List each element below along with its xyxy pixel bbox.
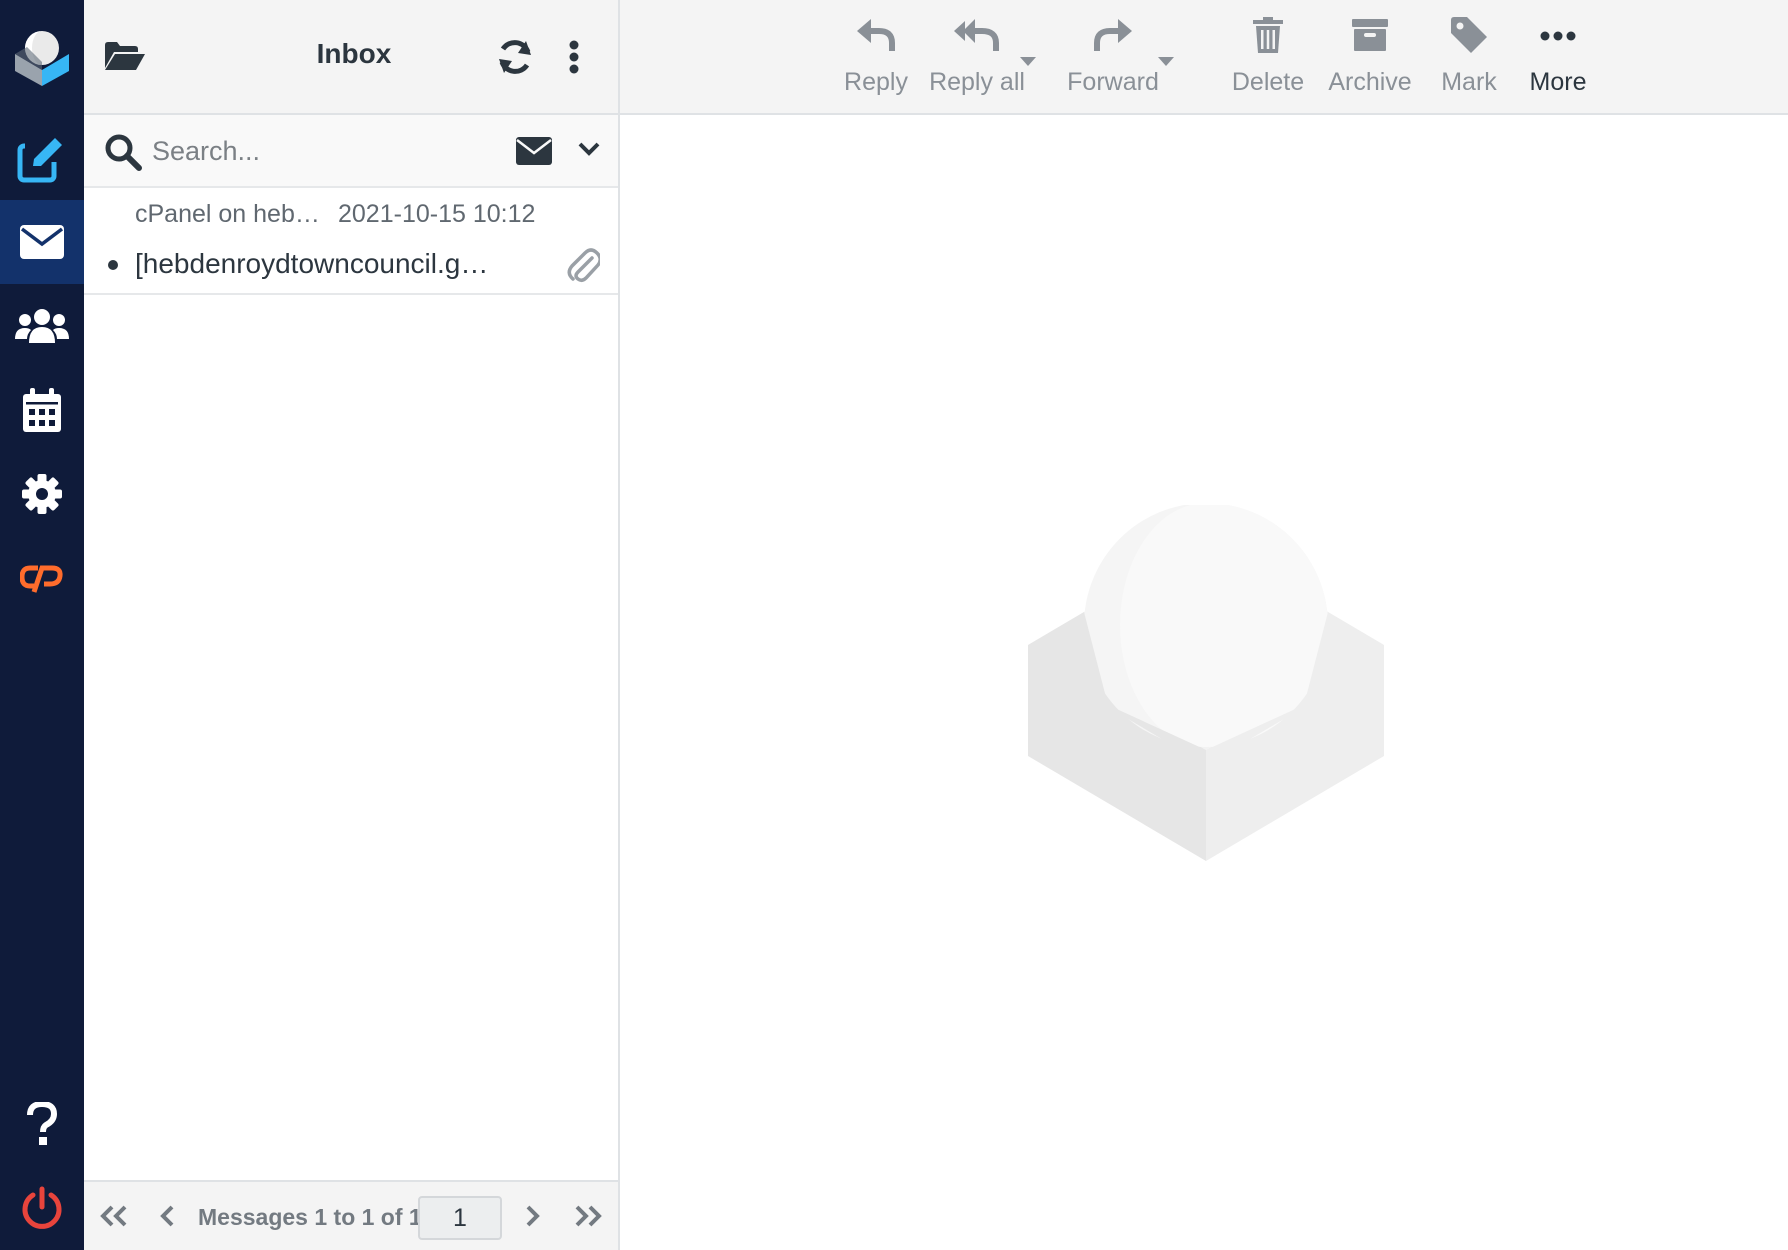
- message-status-dot[interactable]: [108, 260, 118, 270]
- nav-cpanel[interactable]: [0, 536, 84, 620]
- last-page-button[interactable]: [568, 1196, 608, 1240]
- pagination-count: Messages 1 to 1 of 1: [198, 1204, 422, 1230]
- search-options-chevron-down-icon[interactable]: [578, 141, 600, 162]
- more-button[interactable]: More: [1510, 14, 1606, 104]
- message-preview-pane: [620, 115, 1788, 1250]
- previous-page-button[interactable]: [148, 1196, 188, 1240]
- calendar-icon: [23, 388, 61, 432]
- delete-button[interactable]: Delete: [1216, 14, 1320, 104]
- next-page-button[interactable]: [512, 1196, 552, 1240]
- cpanel-icon: [20, 562, 64, 594]
- forward-label: Forward: [1067, 68, 1159, 96]
- trash-icon: [1253, 16, 1283, 58]
- reply-label: Reply: [844, 68, 908, 96]
- compose-icon: [17, 136, 67, 184]
- message-sender: cPanel on heb…: [135, 200, 320, 228]
- more-dots-icon: [1540, 28, 1576, 46]
- folder-title: Inbox: [316, 38, 392, 69]
- list-options-button[interactable]: [554, 34, 594, 84]
- nav-compose[interactable]: [0, 118, 84, 202]
- refresh-button[interactable]: [490, 34, 540, 84]
- message-date: 2021-10-15 10:12: [338, 200, 536, 228]
- nav-mail[interactable]: [0, 200, 84, 284]
- double-chevron-left-icon: [99, 1205, 129, 1232]
- webmail-app: Inbox Search... cPanel on heb… 2021-10-1…: [0, 0, 1788, 1250]
- search-scope-mail-icon[interactable]: [516, 137, 552, 170]
- help-icon: [27, 1102, 57, 1146]
- chevron-left-icon: [160, 1205, 176, 1232]
- logout-icon: [20, 1186, 64, 1230]
- delete-label: Delete: [1231, 68, 1305, 96]
- roundcube-logo[interactable]: [0, 0, 84, 114]
- mail-icon: [20, 225, 64, 259]
- archive-label: Archive: [1328, 68, 1412, 96]
- reply-icon: [857, 18, 895, 57]
- forward-icon: [1094, 18, 1132, 57]
- contacts-icon: [15, 307, 69, 345]
- reply-all-icon: [954, 18, 1000, 57]
- pagination-bar: Messages 1 to 1 of 1: [84, 1180, 618, 1250]
- nav-settings[interactable]: [0, 452, 84, 536]
- first-page-button[interactable]: [94, 1196, 134, 1240]
- message-subject: [hebdenroydtowncouncil.g…: [135, 248, 489, 279]
- nav-calendar[interactable]: [0, 368, 84, 452]
- list-header: Inbox: [84, 0, 618, 115]
- reply-button[interactable]: Reply: [826, 14, 926, 104]
- page-number-input[interactable]: [418, 1196, 502, 1240]
- double-chevron-right-icon: [573, 1205, 603, 1232]
- search-input[interactable]: [152, 131, 482, 171]
- forward-dropdown-caret-icon[interactable]: [1158, 54, 1174, 72]
- chevron-right-icon: [524, 1205, 540, 1232]
- main-navigation: [0, 0, 84, 1250]
- mark-label: Mark: [1441, 68, 1497, 96]
- more-label: More: [1529, 68, 1587, 96]
- refresh-icon: [496, 38, 534, 81]
- search-icon: [104, 133, 142, 176]
- kebab-menu-icon: [569, 40, 579, 79]
- tag-icon: [1451, 16, 1487, 58]
- message-list-item[interactable]: cPanel on heb… 2021-10-15 10:12 [hebdenr…: [84, 188, 618, 295]
- mark-button[interactable]: Mark: [1420, 14, 1518, 104]
- roundcube-watermark-icon: [1028, 503, 1384, 866]
- nav-help[interactable]: [0, 1082, 84, 1166]
- reply-all-dropdown-caret-icon[interactable]: [1020, 54, 1036, 72]
- attachment-paperclip-icon: [566, 244, 602, 289]
- search-bar: [84, 115, 618, 188]
- archive-box-icon: [1352, 18, 1388, 56]
- settings-icon: [21, 473, 63, 515]
- folder-open-icon: [105, 41, 145, 75]
- message-list-panel: Inbox Search... cPanel on heb… 2021-10-1…: [84, 0, 620, 1250]
- nav-contacts[interactable]: [0, 284, 84, 368]
- reply-all-label: Reply all: [929, 68, 1025, 96]
- message-toolbar: Reply Reply all Forward Delete Archive M…: [620, 0, 1788, 115]
- archive-button[interactable]: Archive: [1314, 14, 1426, 104]
- folders-button[interactable]: [100, 36, 150, 80]
- nav-logout[interactable]: [0, 1166, 84, 1250]
